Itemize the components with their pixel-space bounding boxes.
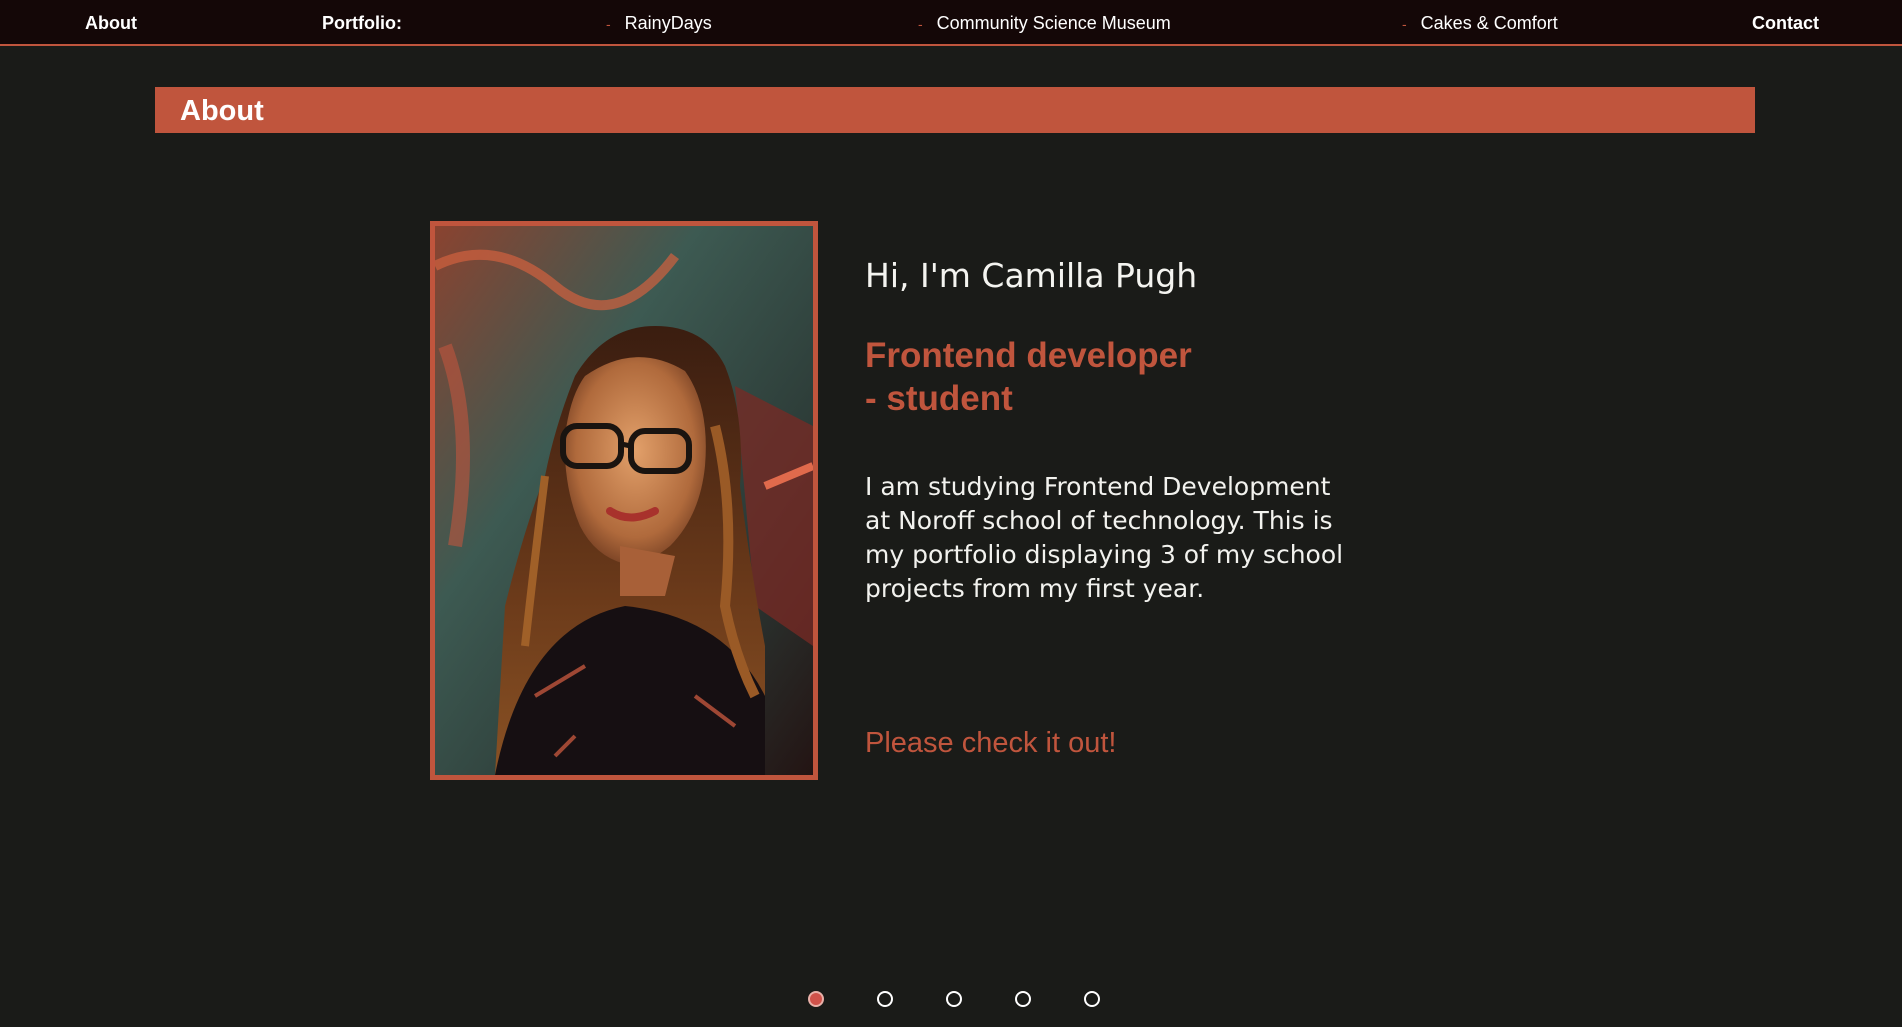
section-title: About	[180, 95, 264, 127]
nav-link-about[interactable]: About	[85, 12, 137, 34]
nav-dash: -	[918, 16, 923, 32]
pagination-dot-5[interactable]	[1084, 991, 1100, 1007]
bio-paragraph: I am studying Frontend Development at No…	[865, 472, 1344, 603]
role-line-1: Frontend developer	[865, 336, 1192, 375]
top-navigation: About Portfolio: - RainyDays - Community S…	[0, 0, 1902, 46]
nav-link-community-science-museum[interactable]: - Community Science Museum	[918, 12, 1171, 35]
role-line-2: - student	[865, 379, 1013, 418]
nav-link-contact[interactable]: Contact	[1752, 12, 1819, 34]
nav-link-cakes-comfort-label: Cakes & Comfort	[1420, 13, 1558, 33]
portrait-photo-icon	[435, 226, 813, 775]
nav-dash: -	[606, 16, 611, 32]
nav-link-rainydays[interactable]: - RainyDays	[606, 12, 712, 35]
nav-link-rainydays-label: RainyDays	[624, 13, 712, 33]
portrait-image	[430, 221, 818, 780]
role-heading: Frontend developer - student	[865, 334, 1285, 420]
nav-dash: -	[1402, 16, 1407, 32]
pagination-dot-2[interactable]	[877, 991, 893, 1007]
about-section-header: About	[155, 87, 1755, 133]
pagination-dot-3[interactable]	[946, 991, 962, 1007]
check-it-out-link[interactable]: Please check it out!	[865, 725, 1116, 761]
pagination-dot-1[interactable]	[808, 991, 824, 1007]
pagination-dot-4[interactable]	[1015, 991, 1031, 1007]
slide-pagination	[0, 991, 1902, 1013]
nav-link-community-science-museum-label: Community Science Museum	[936, 13, 1171, 33]
nav-link-portfolio[interactable]: Portfolio:	[322, 12, 402, 34]
greeting-heading: Hi, I'm Camilla Pugh	[865, 256, 1198, 295]
nav-link-cakes-comfort[interactable]: - Cakes & Comfort	[1402, 12, 1558, 35]
